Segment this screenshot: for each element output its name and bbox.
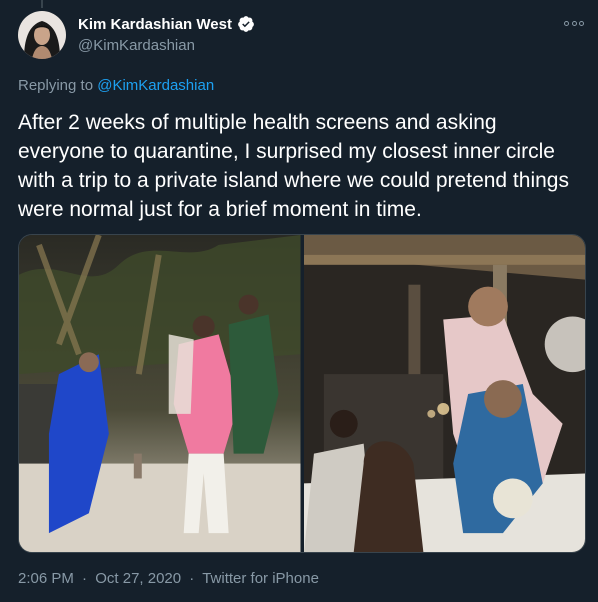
replying-to-link[interactable]: @KimKardashian (97, 77, 214, 94)
tweet-photo-2[interactable] (303, 235, 585, 552)
tweet-text: After 2 weeks of multiple health screens… (18, 111, 569, 221)
tweet-photo-1[interactable] (19, 235, 301, 552)
avatar-image (18, 11, 66, 59)
meta-separator: · (82, 570, 88, 587)
verified-badge-icon (238, 16, 254, 32)
replying-to-line: Replying to @KimKardashian (18, 77, 214, 94)
thread-connector-line (41, 0, 43, 8)
author-name[interactable]: Kim Kardashian West (78, 15, 255, 33)
tweet-media-grid (18, 234, 586, 553)
beach-party-photo (19, 235, 301, 552)
tweet-source[interactable]: Twitter for iPhone (202, 570, 319, 587)
tweet-date[interactable]: Oct 27, 2020 (95, 570, 181, 587)
more-dot (571, 20, 577, 26)
replying-to-label: Replying to (18, 77, 94, 94)
meta-separator: · (189, 570, 195, 587)
dinner-photo (303, 235, 585, 552)
more-dot (579, 20, 584, 26)
more-options-icon[interactable] (564, 16, 584, 30)
author-handle[interactable]: @KimKardashian (78, 37, 195, 54)
tweet-metadata: 2:06 PM · Oct 27, 2020 · Twitter for iPh… (18, 570, 319, 587)
tweet-time[interactable]: 2:06 PM (18, 570, 74, 587)
more-dot (564, 20, 569, 26)
author-avatar[interactable] (18, 11, 66, 59)
author-name-text: Kim Kardashian West (78, 15, 232, 33)
